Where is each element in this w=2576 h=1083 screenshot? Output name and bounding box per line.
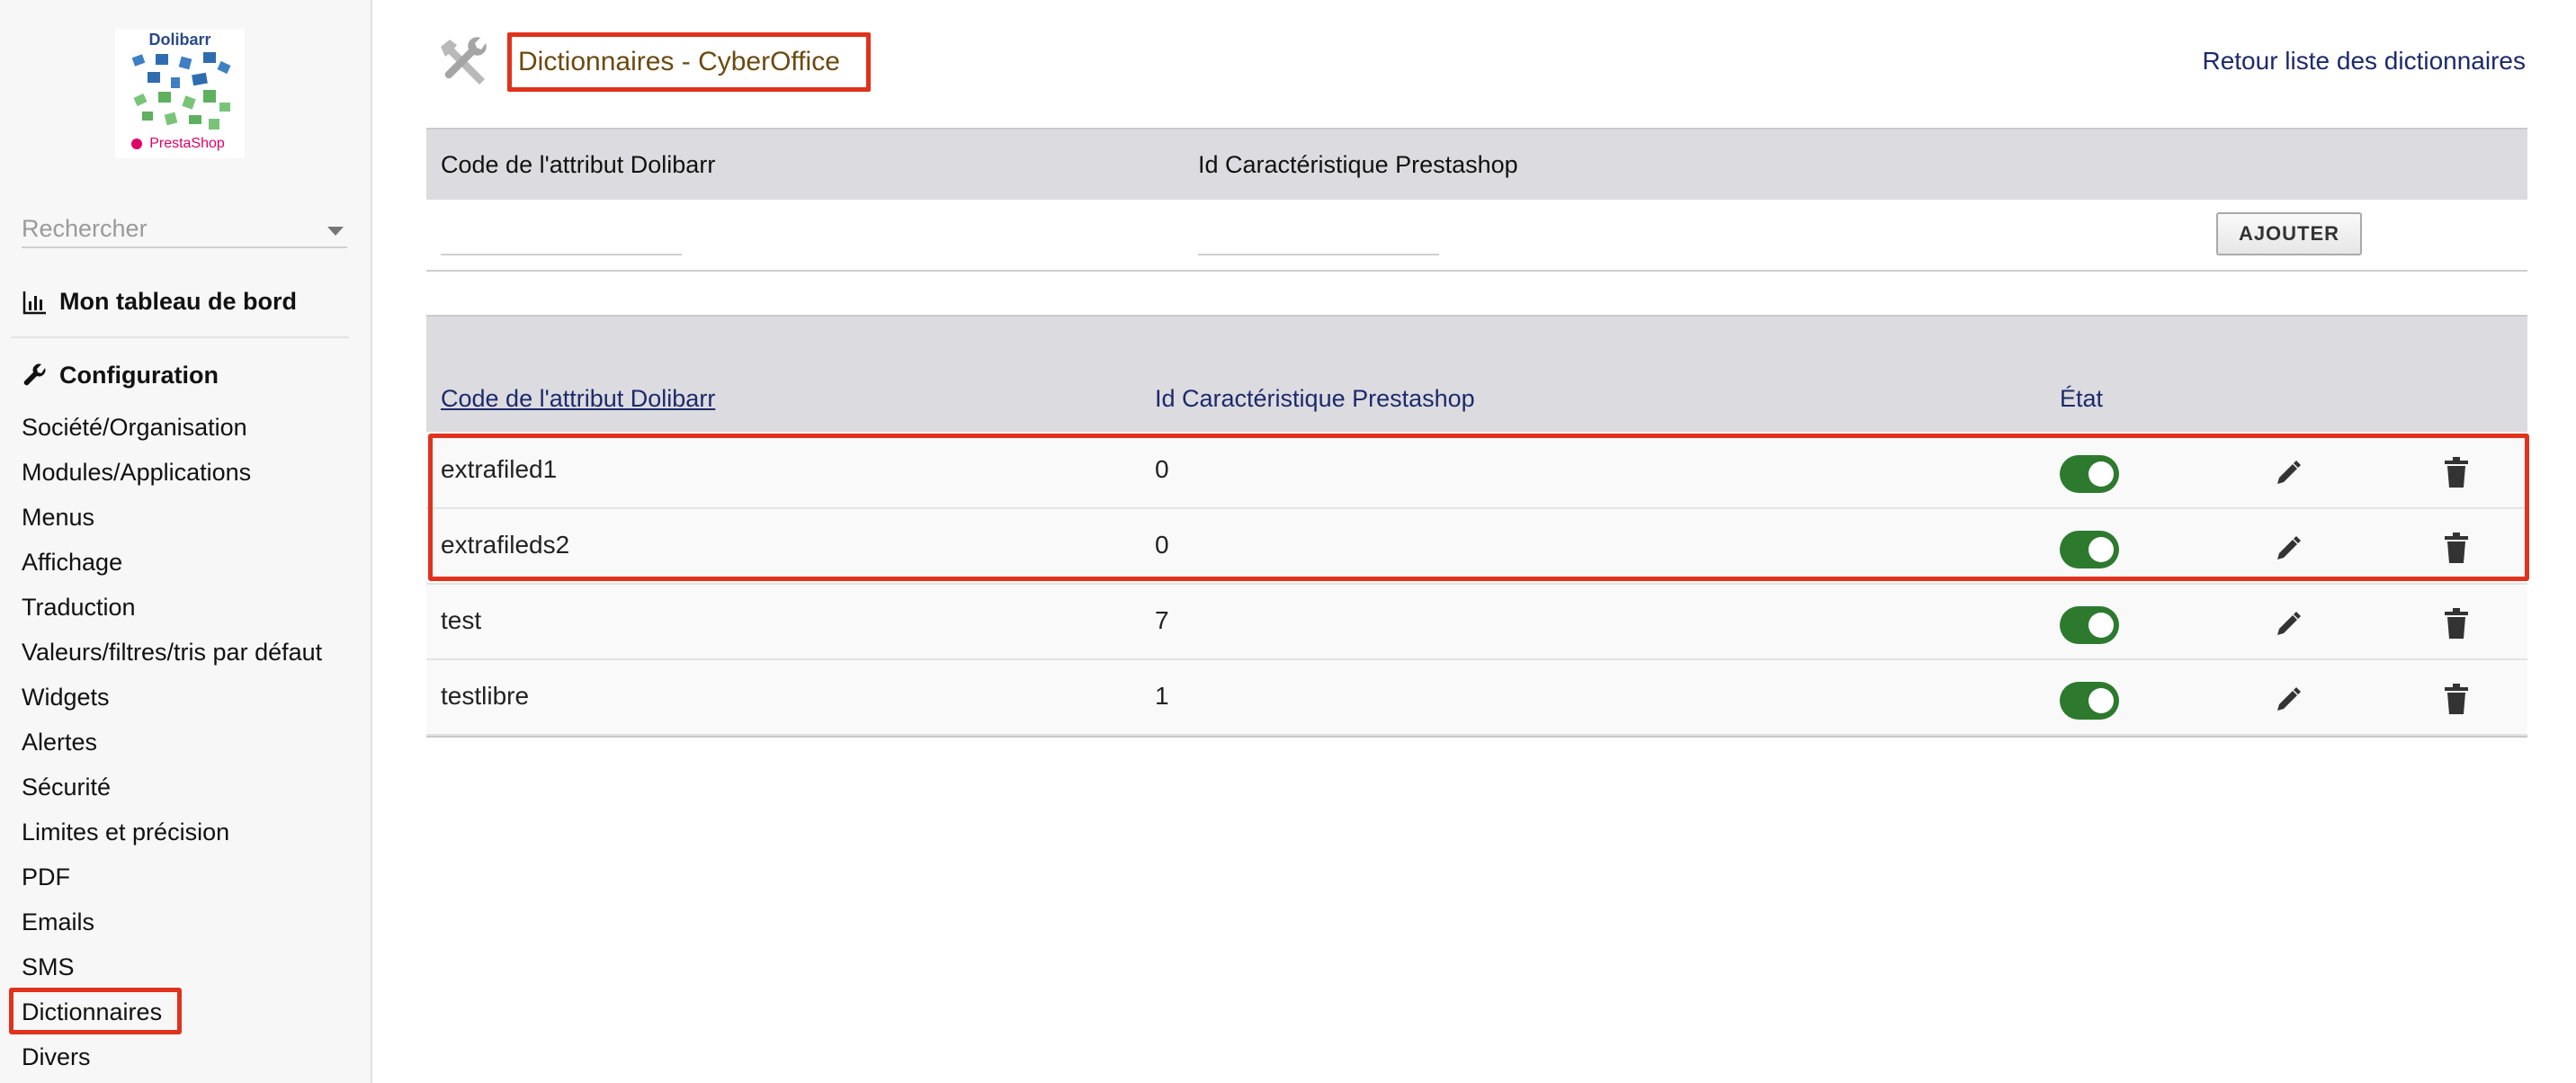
dolibarr-prestashop-logo[interactable]: Dolibarr PrestaShop	[115, 29, 245, 158]
state-toggle[interactable]	[2060, 682, 2119, 720]
sidebar-item-societe[interactable]: Société/Organisation	[22, 412, 247, 443]
sidebar-item-widgets[interactable]: Widgets	[22, 682, 110, 712]
sidebar-divider	[11, 336, 349, 338]
bar-chart-icon	[22, 291, 46, 314]
logo-cube-icons	[131, 52, 231, 130]
list-header: Code de l'attribut Dolibarr Id Caractéri…	[426, 315, 2527, 432]
sidebar-item-sms[interactable]: SMS	[22, 952, 75, 982]
trash-icon[interactable]	[2443, 684, 2470, 714]
pencil-icon[interactable]	[2274, 610, 2303, 639]
add-form-row: AJOUTER	[426, 200, 2527, 272]
id-caracteristique-input[interactable]	[1198, 219, 1439, 255]
search-input[interactable]	[22, 212, 318, 245]
logo-top-text: Dolibarr	[148, 31, 210, 49]
toggle-knob	[2089, 613, 2114, 638]
table-row: testlibre 1	[426, 660, 2527, 736]
dashboard-label: Mon tableau de bord	[59, 288, 298, 315]
logo-bottom-text: PrestaShop	[149, 136, 225, 151]
sidebar-item-limites[interactable]: Limites et précision	[22, 817, 229, 847]
sidebar-item-pdf[interactable]: PDF	[22, 862, 70, 892]
prestashop-mark-icon	[131, 139, 142, 149]
sidebar-item-divers[interactable]: Divers	[22, 1042, 91, 1072]
sidebar-item-emails[interactable]: Emails	[22, 907, 94, 937]
sidebar-item-menus[interactable]: Menus	[22, 502, 94, 533]
list-col-id: Id Caractéristique Prestashop	[1155, 385, 1475, 412]
rows-highlight	[428, 434, 2529, 581]
table-bottom-border	[426, 736, 2527, 738]
sidebar-item-alertes[interactable]: Alertes	[22, 727, 97, 757]
row-code: test	[441, 606, 482, 634]
back-to-dictionaries-link[interactable]: Retour liste des dictionnaires	[2202, 47, 2526, 76]
row-id: 7	[1155, 606, 1169, 634]
logo-image: Dolibarr PrestaShop	[131, 31, 231, 151]
add-col-id: Id Caractéristique Prestashop	[1198, 151, 1518, 178]
page-title: Dictionnaires - CyberOffice	[518, 47, 840, 76]
toggle-knob	[2089, 688, 2114, 713]
sidebar-item-affichage[interactable]: Affichage	[22, 547, 122, 577]
menu-search[interactable]	[22, 212, 347, 248]
configuration-menu[interactable]: Configuration	[22, 362, 219, 389]
code-attribut-input[interactable]	[441, 219, 682, 255]
state-toggle[interactable]	[2060, 606, 2119, 644]
chevron-down-icon[interactable]	[327, 227, 344, 236]
add-col-code: Code de l'attribut Dolibarr	[441, 151, 716, 178]
add-form-header: Code de l'attribut Dolibarr Id Caractéri…	[426, 128, 2527, 200]
sort-code-link[interactable]: Code de l'attribut Dolibarr	[441, 385, 715, 413]
tools-icon	[441, 37, 487, 85]
dashboard-link[interactable]: Mon tableau de bord	[22, 288, 297, 316]
sidebar-item-securite[interactable]: Sécurité	[22, 772, 111, 802]
list-col-state: État	[2060, 385, 2104, 412]
sidebar-item-modules[interactable]: Modules/Applications	[22, 457, 251, 488]
add-button[interactable]: AJOUTER	[2216, 212, 2362, 255]
wrench-icon	[23, 363, 46, 385]
active-item-highlight	[9, 988, 182, 1034]
row-id: 1	[1155, 682, 1169, 710]
sidebar: Dolibarr PrestaShop Rechercher Mon table…	[0, 0, 372, 1083]
trash-icon[interactable]	[2443, 608, 2470, 639]
sidebar-item-traduction[interactable]: Traduction	[22, 592, 136, 622]
configuration-label: Configuration	[59, 362, 219, 389]
table-row: test 7	[426, 585, 2527, 660]
sidebar-item-valeurs-defaut[interactable]: Valeurs/filtres/tris par défaut	[22, 637, 322, 667]
row-code: testlibre	[441, 682, 530, 710]
pencil-icon[interactable]	[2274, 685, 2303, 714]
